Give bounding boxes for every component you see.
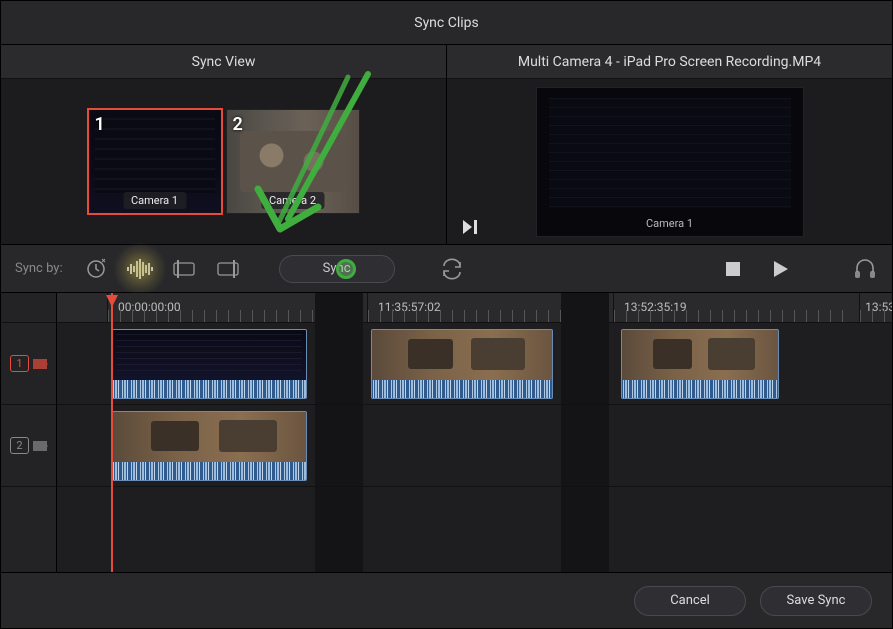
- track-row-2[interactable]: [57, 405, 892, 487]
- track-number-badge: 1: [10, 355, 28, 372]
- track-header-1[interactable]: 1: [1, 323, 56, 405]
- clip-waveform: [112, 380, 306, 398]
- dialog-footer: Cancel Save Sync: [1, 572, 892, 628]
- sync-by-waveform-icon[interactable]: [127, 256, 153, 282]
- save-sync-button-label: Save Sync: [787, 593, 846, 608]
- camera-number: 2: [233, 114, 243, 135]
- timecode-label: 11:35:57:02: [378, 300, 441, 314]
- sync-by-label: Sync by:: [15, 261, 63, 276]
- stop-button[interactable]: [720, 256, 746, 282]
- sync-button[interactable]: Sync: [279, 255, 395, 283]
- source-viewer-title: Multi Camera 4 - iPad Pro Screen Recordi…: [447, 45, 892, 79]
- timeline-tracks[interactable]: 00:00:00:00 11:35:57:02 13:52:35:19 13:5…: [57, 293, 892, 572]
- sync-view-title: Sync View: [1, 45, 446, 79]
- clip[interactable]: [371, 329, 553, 399]
- titlebar: Sync Clips: [1, 1, 892, 45]
- ruler-segment: 13:52:35:19: [613, 293, 853, 322]
- timeline-ruler[interactable]: 00:00:00:00 11:35:57:02 13:52:35:19 13:5…: [57, 293, 892, 323]
- track-row-1[interactable]: [57, 323, 892, 405]
- clip[interactable]: [111, 411, 307, 481]
- save-sync-button[interactable]: Save Sync: [760, 586, 872, 616]
- camera-tile-1[interactable]: 1 Camera 1: [88, 109, 222, 214]
- track-number-badge: 2: [10, 437, 28, 454]
- preview-row: Sync View 1 Camera 1 2 Camera 2: [1, 45, 892, 245]
- sync-view-grid: 1 Camera 1 2 Camera 2: [88, 109, 360, 214]
- timecode-label: 00:00:00:00: [118, 300, 181, 314]
- camera-label: Camera 2: [261, 192, 324, 209]
- clip-waveform: [372, 380, 552, 398]
- sync-view-pane: Sync View 1 Camera 1 2 Camera 2: [1, 45, 446, 244]
- clip[interactable]: [621, 329, 779, 399]
- next-clip-button[interactable]: [463, 220, 479, 238]
- source-viewer-pane: Multi Camera 4 - iPad Pro Screen Recordi…: [446, 45, 892, 244]
- cancel-button-label: Cancel: [670, 593, 710, 608]
- headphones-icon[interactable]: [852, 256, 878, 282]
- clip[interactable]: [111, 329, 307, 399]
- sync-clips-dialog: Sync Clips Sync View 1 Camera 1 2 Camera…: [0, 0, 893, 629]
- clip-thumbnail: [622, 330, 778, 380]
- transport-controls: [720, 256, 794, 282]
- camera-icon: [33, 441, 47, 451]
- sync-by-out-point-icon[interactable]: [215, 256, 241, 282]
- source-viewer-frame[interactable]: Camera 1: [536, 87, 804, 237]
- sync-toolbar: Sync by: Sync: [1, 245, 892, 293]
- timeline-area: 1 2 00:00:00:00 11:35:57:02 13:52:35:19: [1, 293, 892, 572]
- viewer-camera-label: Camera 1: [646, 217, 693, 230]
- timecode-label: 13:53: [865, 300, 892, 314]
- clip-waveform: [112, 462, 306, 480]
- source-viewer-body: Camera 1: [447, 79, 892, 244]
- track-header-column: 1 2: [1, 293, 57, 572]
- track-header-2[interactable]: 2: [1, 405, 56, 487]
- clip-thumbnail: [112, 330, 306, 380]
- camera-label: Camera 1: [123, 192, 186, 209]
- camera-icon: [33, 359, 47, 369]
- dialog-title: Sync Clips: [414, 15, 478, 31]
- play-button[interactable]: [768, 256, 794, 282]
- camera-number: 1: [95, 114, 105, 135]
- loop-icon[interactable]: [439, 256, 465, 282]
- annotation-highlight: [336, 259, 356, 279]
- clip-thumbnail: [112, 412, 306, 462]
- playhead[interactable]: [111, 293, 113, 572]
- clip-waveform: [622, 380, 778, 398]
- timecode-label: 13:52:35:19: [624, 300, 687, 314]
- sync-view-body: 1 Camera 1 2 Camera 2: [1, 79, 446, 244]
- clip-thumbnail: [372, 330, 552, 380]
- ruler-segment: 13:53: [859, 293, 892, 322]
- camera-tile-2[interactable]: 2 Camera 2: [226, 109, 360, 214]
- cancel-button[interactable]: Cancel: [634, 586, 746, 616]
